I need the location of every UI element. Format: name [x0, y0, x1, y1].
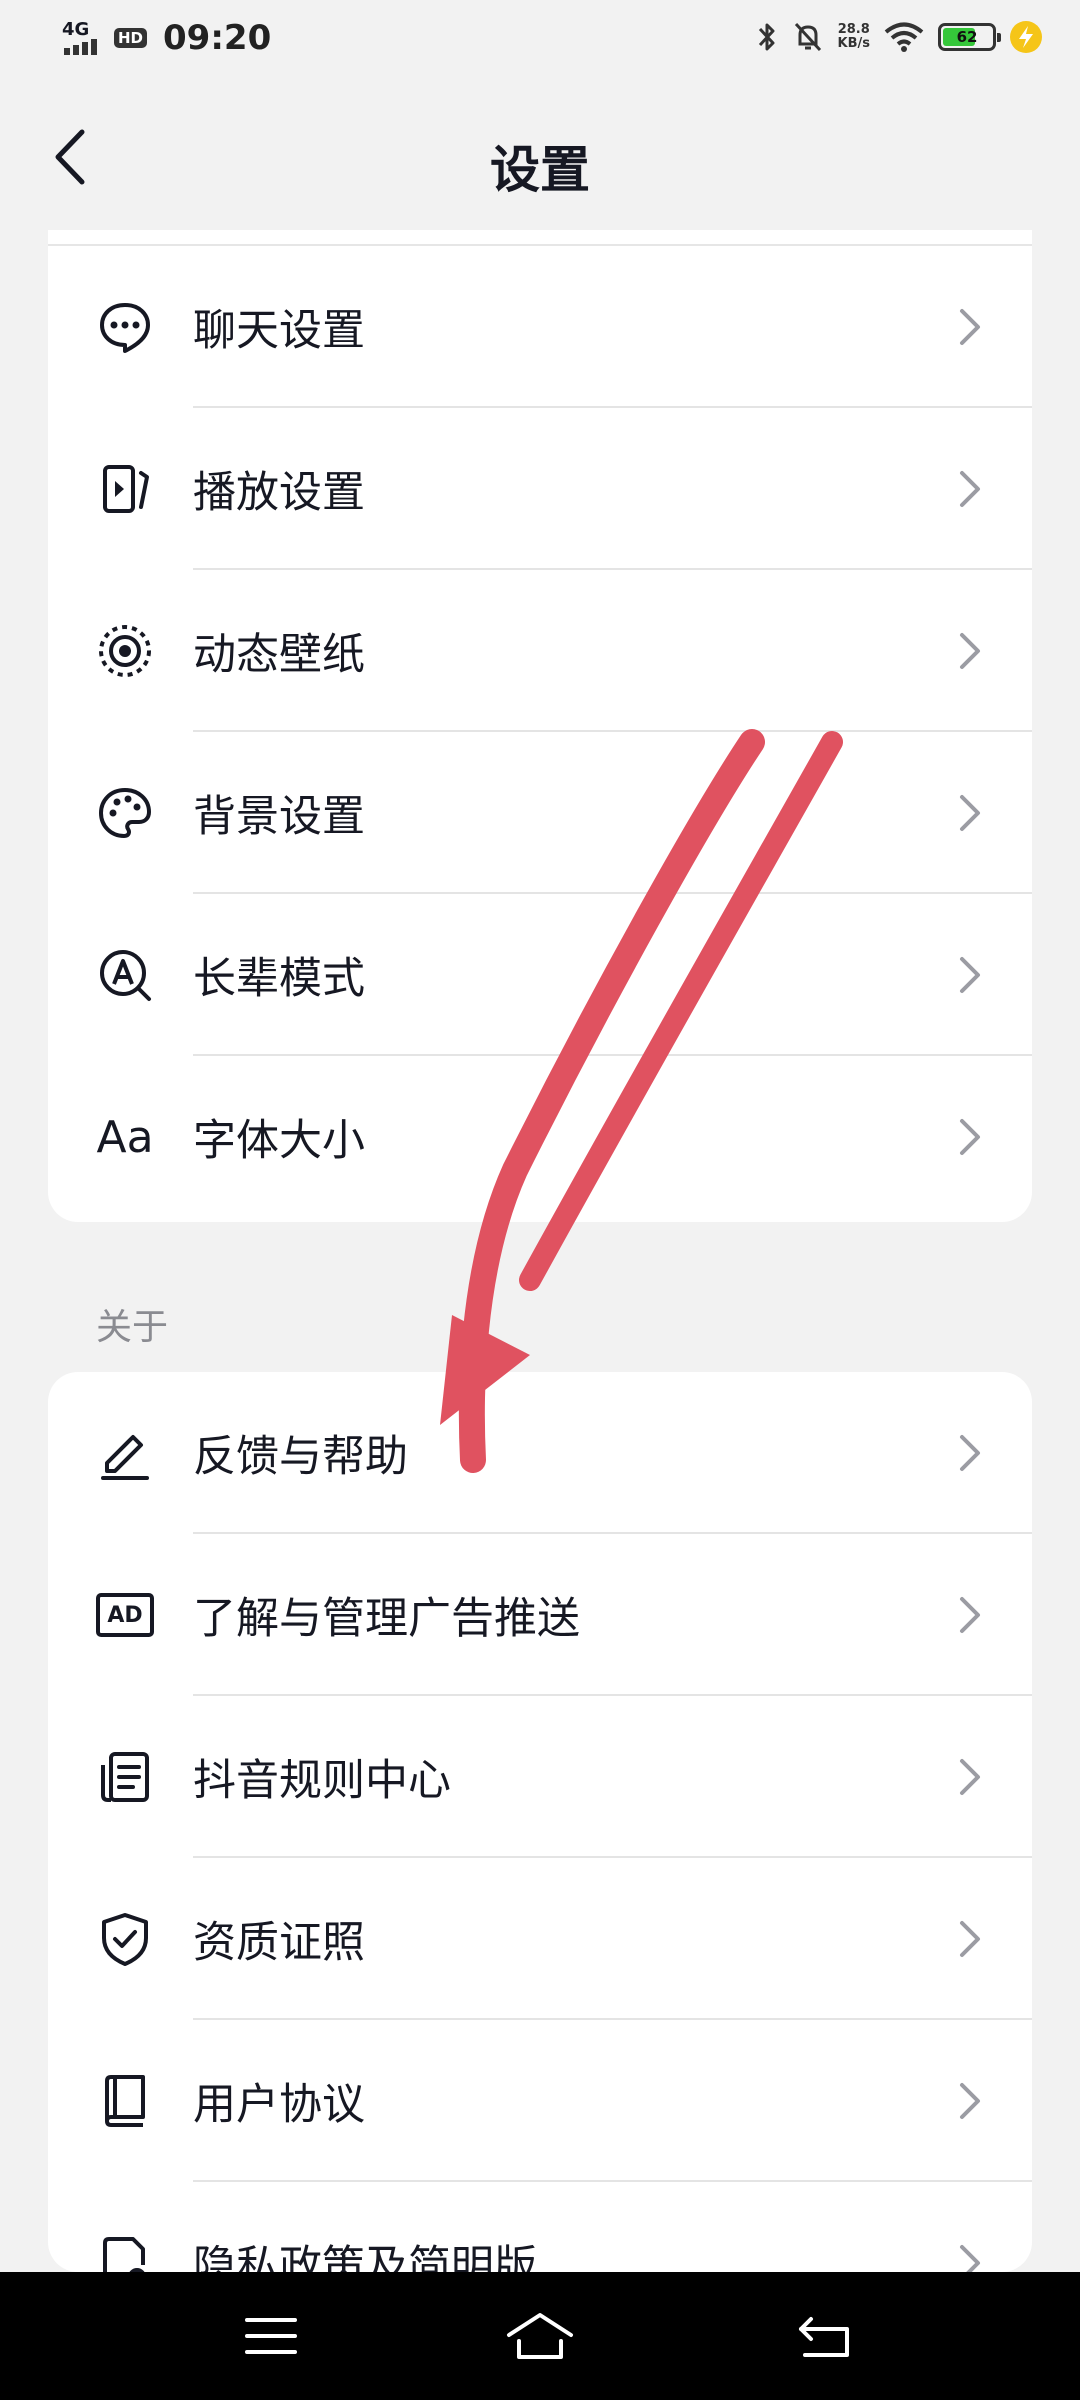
chevron-right-icon — [960, 1759, 980, 1795]
setting-item-chat[interactable]: 聊天设置 — [48, 246, 1032, 408]
about-item-label: 隐私政策及简明版 — [193, 2242, 537, 2272]
about-item-user-agreement[interactable]: 用户协议 — [48, 2020, 1032, 2182]
about-group-card: 反馈与帮助 AD 了解与管理广告推送 抖音规则中心 资质证照 用户协议 隐私政策… — [48, 1372, 1032, 2272]
chevron-right-icon — [960, 309, 980, 345]
about-item-label: 用户协议 — [193, 2080, 365, 2130]
setting-item-live-wallpaper[interactable]: 动态壁纸 — [48, 570, 1032, 732]
live-wallpaper-icon — [96, 622, 154, 680]
about-item-privacy-policy[interactable]: 隐私政策及简明版 — [48, 2182, 1032, 2272]
setting-item-label: 长辈模式 — [193, 954, 365, 1004]
hd-badge: HD — [114, 28, 148, 48]
setting-item-playback[interactable]: 播放设置 — [48, 408, 1032, 570]
network-speed: 28.8 KB/s — [838, 23, 870, 51]
about-item-ads[interactable]: AD 了解与管理广告推送 — [48, 1534, 1032, 1696]
recent-apps-button[interactable] — [236, 2306, 306, 2366]
network-speed-value: 28.8 — [837, 22, 870, 37]
mute-bell-icon — [794, 22, 821, 52]
settings-group-card: 聊天设置 播放设置 动态壁纸 背景设置 长辈模式 Aa 字体大小 — [48, 230, 1032, 1222]
status-right: 28.8 KB/s 62 — [756, 20, 1042, 54]
setting-item-elder-mode[interactable]: 长辈模式 — [48, 894, 1032, 1056]
menu-icon — [245, 2318, 297, 2354]
font-size-icon-text: Aa — [96, 1111, 154, 1163]
chevron-right-icon — [960, 1435, 980, 1471]
about-item-label: 反馈与帮助 — [193, 1432, 408, 1482]
status-left: 4G HD 09:20 — [62, 18, 271, 58]
chevron-right-icon — [960, 633, 980, 669]
section-header-about: 关于 — [96, 1307, 169, 1348]
return-icon — [799, 2317, 849, 2357]
wifi-icon — [884, 22, 924, 52]
chevron-right-icon — [960, 1119, 980, 1155]
page-title: 设置 — [490, 141, 590, 199]
back-nav-button[interactable] — [790, 2306, 860, 2366]
about-item-label: 抖音规则中心 — [193, 1756, 451, 1806]
setting-item-label: 字体大小 — [193, 1116, 365, 1166]
network-speed-unit: KB/s — [837, 36, 870, 51]
setting-item-label: 播放设置 — [193, 468, 365, 518]
signal-indicator: 4G — [62, 21, 106, 55]
about-item-label: 资质证照 — [193, 1918, 365, 1968]
setting-item-font-size[interactable]: Aa 字体大小 — [48, 1056, 1032, 1218]
battery-level: 62 — [956, 28, 978, 46]
about-item-rules-center[interactable]: 抖音规则中心 — [48, 1696, 1032, 1858]
book-icon — [96, 2072, 154, 2130]
status-time: 09:20 — [163, 18, 272, 58]
ad-icon: AD — [96, 1586, 154, 1644]
elder-mode-icon — [96, 946, 154, 1004]
bluetooth-icon — [758, 23, 775, 51]
chevron-right-icon — [960, 1597, 980, 1633]
play-device-icon — [96, 460, 154, 518]
setting-item-label: 背景设置 — [193, 792, 365, 842]
chat-bubble-icon — [96, 298, 154, 356]
ad-icon-text: AD — [107, 1602, 143, 1628]
setting-item-label: 聊天设置 — [193, 306, 365, 356]
font-size-icon: Aa — [96, 1108, 154, 1166]
shield-check-icon — [96, 1910, 154, 1968]
network-type: 4G — [62, 19, 90, 40]
battery-icon: 62 — [938, 23, 1001, 51]
home-button[interactable] — [505, 2306, 575, 2366]
chevron-right-icon — [960, 471, 980, 507]
signal-bars-icon — [64, 39, 97, 55]
chevron-right-icon — [960, 1921, 980, 1957]
rules-document-icon — [96, 1748, 154, 1806]
top-app-bar: 设置 — [0, 100, 1080, 220]
status-bar: 4G HD 09:20 28.8 KB/s 62 — [0, 0, 1080, 80]
system-navigation-bar — [0, 2272, 1080, 2400]
chevron-right-icon — [960, 2083, 980, 2119]
chevron-right-icon — [960, 957, 980, 993]
privacy-doc-icon — [96, 2234, 154, 2272]
about-item-feedback[interactable]: 反馈与帮助 — [48, 1372, 1032, 1534]
chevron-right-icon — [960, 2245, 980, 2272]
setting-item-background[interactable]: 背景设置 — [48, 732, 1032, 894]
about-item-label: 了解与管理广告推送 — [193, 1594, 580, 1644]
charging-icon — [1010, 21, 1042, 53]
about-item-qualifications[interactable]: 资质证照 — [48, 1858, 1032, 2020]
pencil-icon — [96, 1424, 154, 1482]
chevron-right-icon — [960, 795, 980, 831]
setting-item-label: 动态壁纸 — [193, 630, 365, 680]
palette-icon — [96, 784, 154, 842]
home-icon — [507, 2313, 573, 2359]
